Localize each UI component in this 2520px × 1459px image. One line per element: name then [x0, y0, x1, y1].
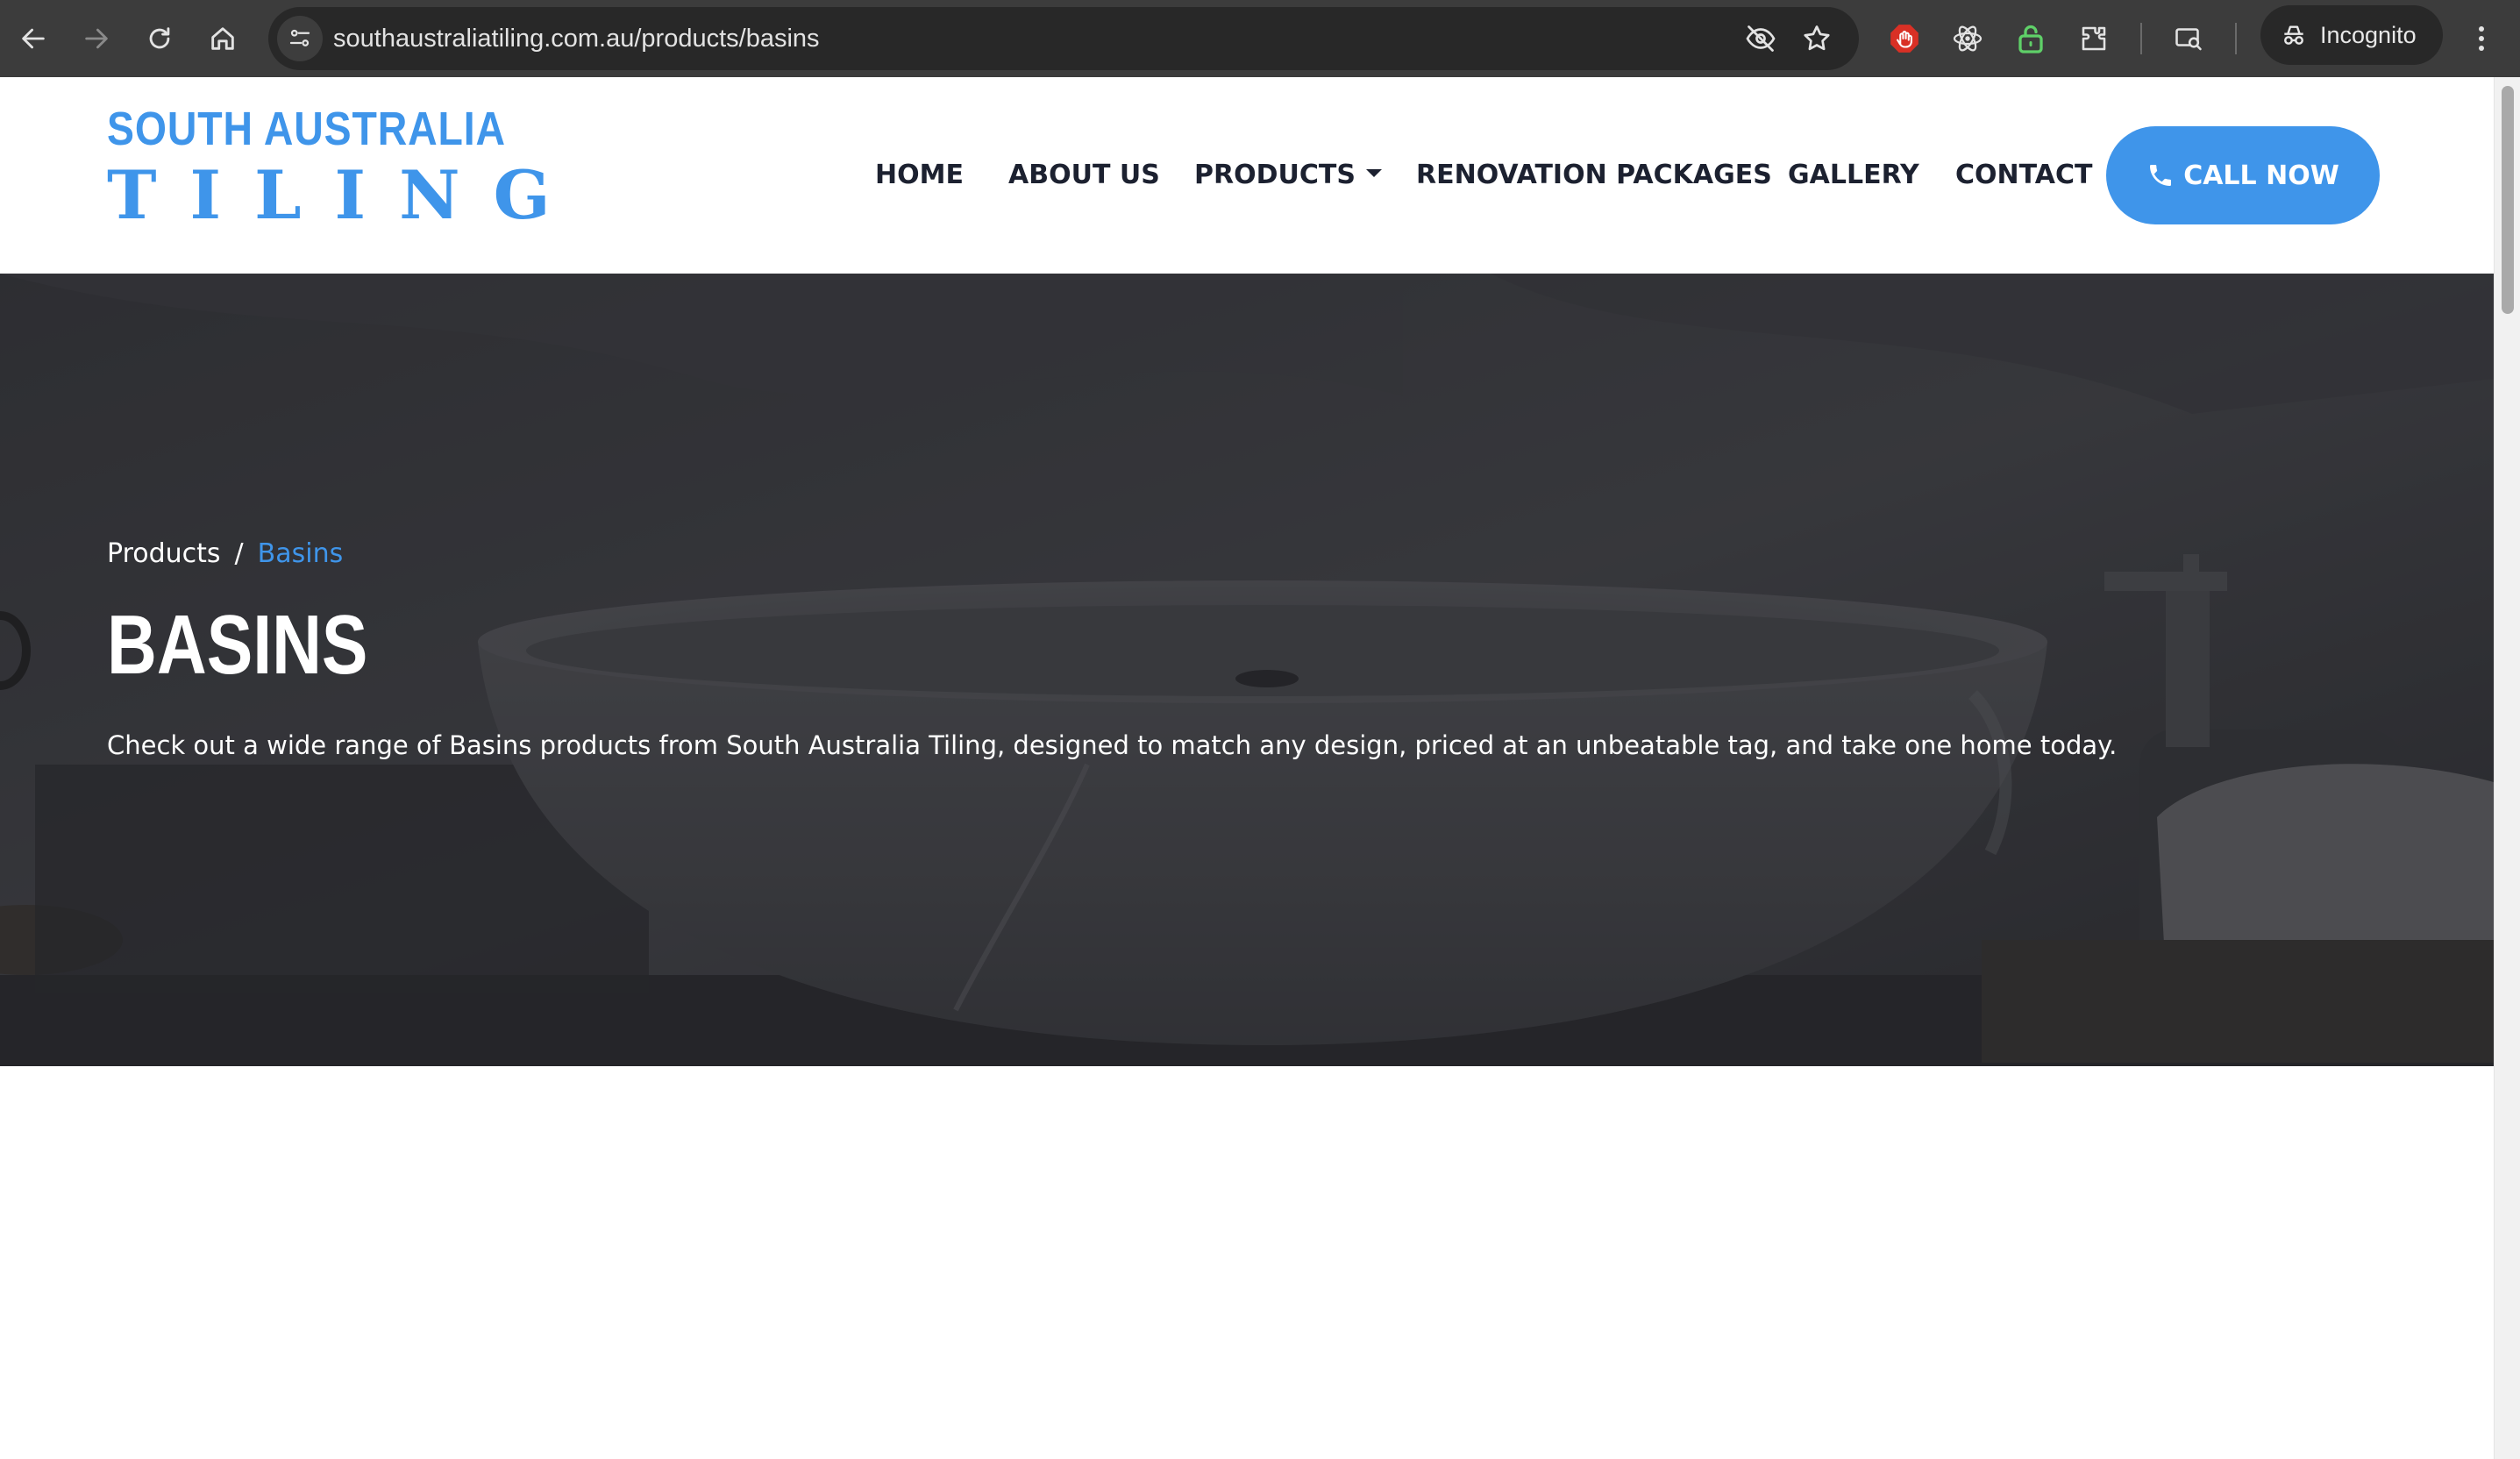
hero-banner: Products / Basins BASINS Check out a wide …	[0, 274, 2494, 1066]
lock-extension[interactable]	[2011, 19, 2050, 58]
more-icon	[2479, 26, 2484, 32]
page-scrollbar[interactable]	[2494, 77, 2520, 1459]
nav-gallery[interactable]: GALLERY	[1788, 77, 1919, 274]
adblock-icon	[1890, 25, 1918, 53]
react-devtools-extension[interactable]	[1948, 19, 1987, 58]
home-icon	[211, 27, 234, 50]
chevron-down-icon	[1365, 169, 1382, 177]
home-button[interactable]	[200, 16, 246, 61]
reload-icon	[149, 27, 170, 49]
lock-extension-icon	[2018, 25, 2043, 53]
site-info-icon	[289, 29, 310, 46]
extensions-icon	[2082, 26, 2106, 51]
url-text[interactable]: southaustraliatiling.com.au/products/bas…	[333, 7, 820, 70]
hero-content: Products / Basins BASINS Check out a wide …	[107, 537, 2211, 788]
more-button[interactable]	[2464, 18, 2499, 60]
content-area	[0, 1066, 2494, 1459]
phone-icon	[2150, 165, 2172, 186]
call-now-label: CALL NOW	[2183, 160, 2339, 191]
breadcrumb-current: Basins	[257, 538, 344, 569]
eye-off-icon[interactable]	[1745, 23, 1776, 54]
toolbar-divider	[2235, 23, 2237, 54]
breadcrumb: Products / Basins	[107, 537, 2211, 572]
extensions-button[interactable]	[2075, 19, 2113, 58]
star-icon[interactable]	[1801, 23, 1833, 54]
toolbar-divider	[2140, 23, 2142, 54]
reading-mode-icon	[2175, 28, 2202, 51]
back-button[interactable]	[11, 16, 56, 61]
breadcrumb-separator: /	[234, 538, 244, 569]
site-header: SOUTH AUSTRALIA TILING HOME ABOUT US PRO…	[0, 77, 2494, 274]
page-description: Check out a wide range of Basins product…	[107, 730, 2118, 760]
back-icon	[22, 28, 45, 49]
nav-products-label: PRODUCTS	[1194, 160, 1356, 190]
breadcrumb-products-link[interactable]: Products	[107, 538, 221, 569]
call-now-button[interactable]: CALL NOW	[2106, 126, 2380, 224]
incognito-indicator[interactable]: Incognito	[2260, 5, 2443, 65]
nav-contact[interactable]: CONTACT	[1955, 77, 2092, 274]
reading-mode-button[interactable]	[2169, 19, 2208, 58]
forward-icon	[85, 28, 108, 49]
address-bar[interactable]: southaustraliatiling.com.au/products/bas…	[268, 7, 1859, 70]
site-info-button[interactable]	[277, 16, 323, 61]
nav-about-us[interactable]: ABOUT US	[1008, 77, 1160, 274]
incognito-icon	[2284, 25, 2303, 45]
page-viewport: SOUTH AUSTRALIA TILING HOME ABOUT US PRO…	[0, 77, 2494, 1459]
incognito-label: Incognito	[2320, 21, 2417, 48]
browser-toolbar: southaustraliatiling.com.au/products/bas…	[0, 0, 2520, 77]
page-title: BASINS	[107, 598, 368, 692]
react-devtools-icon	[1953, 25, 1983, 52]
scrollbar-thumb[interactable]	[2502, 86, 2514, 314]
reload-button[interactable]	[137, 16, 182, 61]
adblock-extension[interactable]	[1885, 19, 1924, 58]
nav-products[interactable]: PRODUCTS	[1194, 77, 1382, 274]
forward-button[interactable]	[74, 16, 119, 61]
nav-renovation-packages[interactable]: RENOVATION PACKAGES	[1416, 77, 1772, 274]
nav-home[interactable]: HOME	[875, 77, 964, 274]
